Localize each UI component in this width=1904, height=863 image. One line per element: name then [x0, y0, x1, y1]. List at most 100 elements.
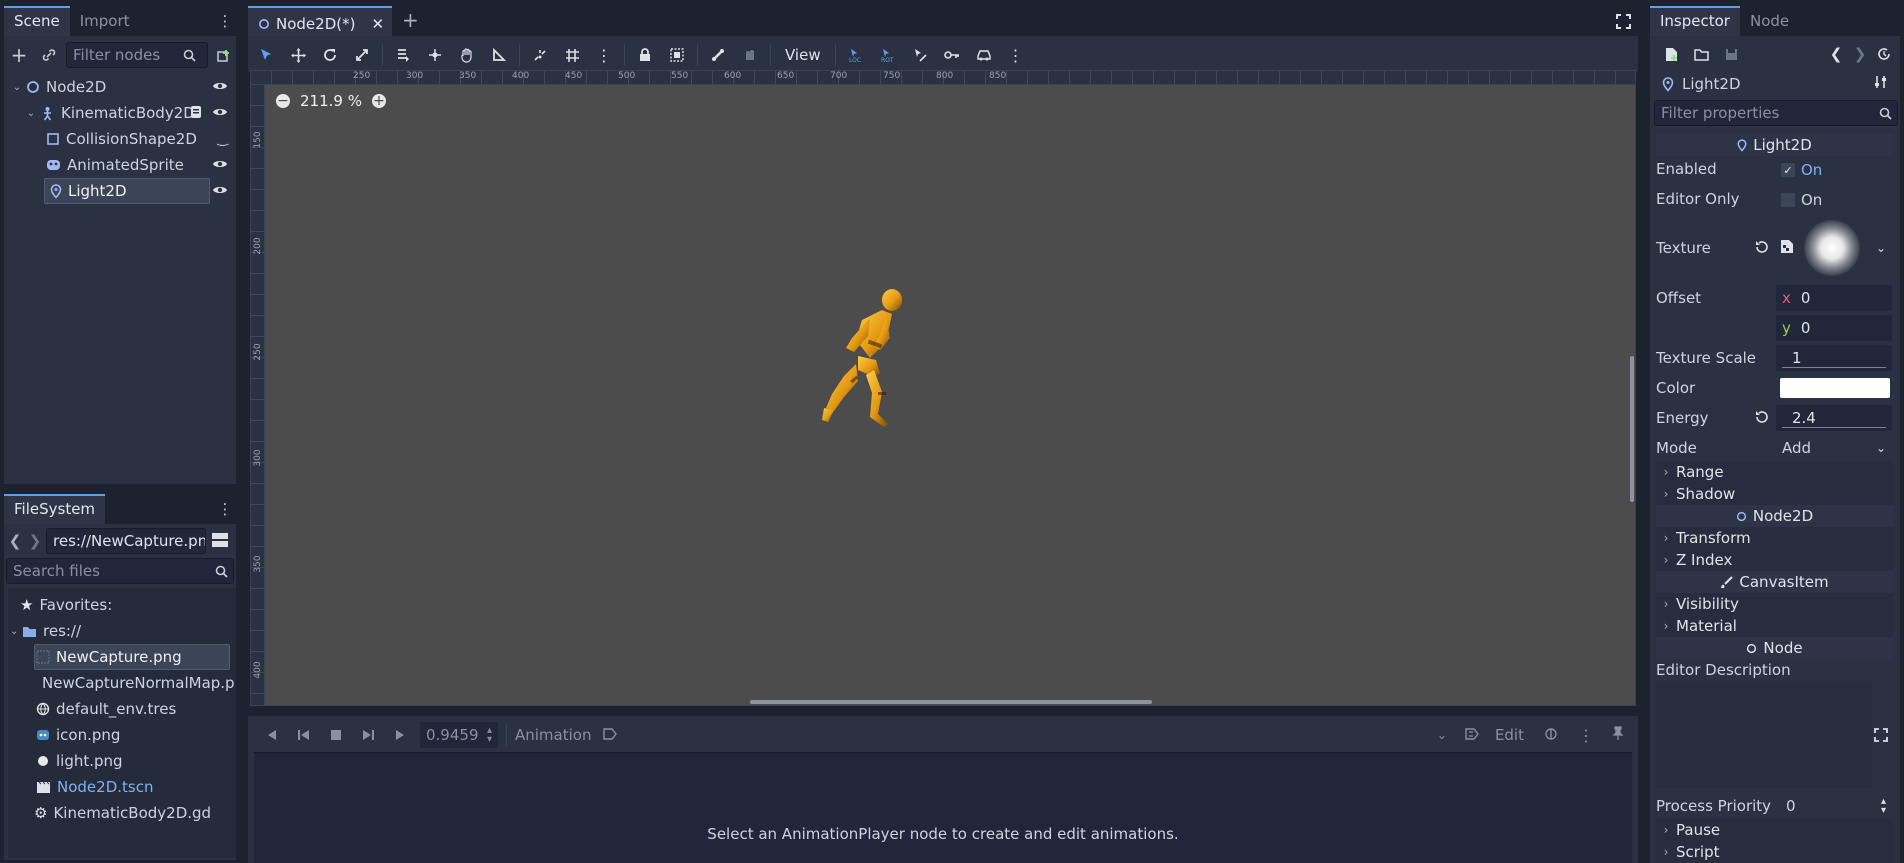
visibility-eye-icon[interactable]: [212, 156, 228, 174]
zoom-in-button[interactable]: +: [371, 94, 386, 108]
rotate-mode-button[interactable]: [314, 42, 346, 68]
list-select-button[interactable]: [387, 42, 419, 68]
smart-snap-button[interactable]: [524, 42, 556, 68]
back-arrow-icon[interactable]: ❮: [4, 530, 26, 552]
character-sprite[interactable]: [790, 282, 910, 440]
onion-skin-icon[interactable]: [1544, 726, 1558, 744]
process-priority-field[interactable]: 0 ▴ ▾: [1780, 793, 1892, 819]
script-icon[interactable]: [190, 105, 202, 123]
dock-menu-icon[interactable]: ⋮: [214, 498, 236, 520]
filter-properties-input[interactable]: Filter properties: [1654, 100, 1898, 126]
dock-menu-icon[interactable]: ⋮: [214, 10, 236, 32]
close-icon[interactable]: ✕: [371, 15, 384, 33]
file-item[interactable]: NewCapture.png: [8, 644, 234, 670]
file-item[interactable]: NewCaptureNormalMap.p: [8, 670, 235, 696]
history-forward-icon[interactable]: ❯: [1848, 45, 1872, 63]
group-transform[interactable]: › Transform: [1656, 527, 1893, 549]
group-button[interactable]: [661, 42, 693, 68]
tree-node-collisionshape2d[interactable]: CollisionShape2D ‿: [4, 126, 236, 152]
tab-filesystem[interactable]: FileSystem: [4, 494, 106, 524]
search-files-input[interactable]: Search files: [6, 558, 234, 584]
play-button[interactable]: [384, 722, 416, 748]
zoom-out-button[interactable]: −: [276, 94, 290, 108]
stop-button[interactable]: [320, 722, 352, 748]
scale-mode-button[interactable]: [346, 42, 378, 68]
offset-x-field[interactable]: x 0: [1776, 285, 1892, 311]
spin-arrows-icon[interactable]: ▴ ▾: [1881, 797, 1886, 816]
zoom-level[interactable]: 211.9 %: [300, 92, 362, 110]
collapse-arrow-icon[interactable]: ⌄: [24, 108, 38, 119]
editor-description-textarea[interactable]: [1656, 682, 1872, 788]
tab-inspector[interactable]: Inspector: [1650, 6, 1740, 36]
lock-button[interactable]: [629, 42, 661, 68]
visibility-eye-icon[interactable]: [212, 78, 228, 96]
energy-field[interactable]: 2.4: [1776, 405, 1892, 431]
group-material[interactable]: › Material: [1656, 615, 1893, 637]
animation-label[interactable]: Animation: [515, 726, 591, 744]
instance-scene-icon[interactable]: [212, 44, 234, 66]
tree-node-light2d[interactable]: Light2D: [4, 178, 236, 204]
grid-snap-button[interactable]: [556, 42, 588, 68]
tab-import[interactable]: Import: [70, 6, 140, 36]
animation-select[interactable]: ⌄: [621, 722, 1454, 748]
expand-icon[interactable]: [1874, 728, 1888, 746]
group-z-index[interactable]: › Z Index: [1656, 549, 1893, 571]
slider-track[interactable]: [1782, 367, 1886, 368]
vertical-scrollbar[interactable]: [1630, 356, 1634, 502]
new-resource-icon[interactable]: [1656, 47, 1686, 62]
file-item[interactable]: light.png: [8, 748, 234, 774]
history-back-icon[interactable]: ❮: [1824, 45, 1848, 63]
visibility-eye-icon[interactable]: [212, 104, 228, 122]
add-node-icon[interactable]: +: [8, 43, 30, 67]
viewport[interactable]: [250, 70, 1636, 706]
res-root-item[interactable]: ⌄ res://: [8, 618, 234, 644]
hidden-eye-icon[interactable]: ‿: [218, 132, 228, 147]
color-picker-button[interactable]: [1780, 378, 1890, 398]
new-scene-tab-button[interactable]: +: [392, 6, 429, 36]
enabled-checkbox[interactable]: ✓ On: [1776, 157, 1892, 183]
offset-y-field[interactable]: y 0: [1776, 315, 1892, 341]
spin-arrows-icon[interactable]: ▴ ▾: [487, 726, 492, 745]
key-scale-button[interactable]: [904, 42, 936, 68]
texture-scale-field[interactable]: 1: [1776, 345, 1892, 371]
mode-select[interactable]: Add ⌄: [1776, 435, 1892, 461]
group-script[interactable]: › Script: [1656, 841, 1893, 863]
history-icon[interactable]: [1872, 47, 1896, 61]
key-rotation-button[interactable]: ROT: [872, 42, 904, 68]
file-item[interactable]: icon.png: [8, 722, 234, 748]
file-item[interactable]: Node2D.tscn: [8, 774, 234, 800]
visibility-eye-icon[interactable]: [212, 182, 228, 200]
inspected-object[interactable]: Light2D: [1656, 72, 1896, 96]
snap-options-button[interactable]: ⋮: [588, 42, 620, 68]
group-shadow[interactable]: › Shadow: [1656, 483, 1893, 505]
object-properties-icon[interactable]: [1874, 75, 1888, 93]
horizontal-scrollbar[interactable]: [750, 700, 1152, 704]
pin-icon[interactable]: [1612, 726, 1624, 744]
tree-node-kinematicbody2d[interactable]: ⌄ KinematicBody2D: [4, 100, 236, 126]
skeleton-button[interactable]: [702, 42, 734, 68]
animation-tool-icon[interactable]: [603, 726, 618, 744]
forward-arrow-icon[interactable]: ❯: [24, 530, 46, 552]
tab-node2d-scene[interactable]: Node2D(*) ✕: [248, 6, 393, 36]
key-location-button[interactable]: LOC: [840, 42, 872, 68]
view-menu[interactable]: View: [775, 46, 831, 64]
link-icon[interactable]: [38, 44, 60, 66]
collapse-arrow-icon[interactable]: ⌄: [10, 626, 22, 637]
favorites-item[interactable]: ★ Favorites:: [8, 592, 234, 618]
select-mode-button[interactable]: [250, 42, 282, 68]
tree-node-animatedsprite[interactable]: AnimatedSprite: [4, 152, 236, 178]
play-backwards-from-end-button[interactable]: [256, 722, 288, 748]
tab-node[interactable]: Node: [1740, 6, 1799, 36]
tree-node-node2d[interactable]: ⌄ Node2D: [4, 74, 236, 100]
move-mode-button[interactable]: [282, 42, 314, 68]
file-item[interactable]: ⚙ KinematicBody2D.gd: [8, 800, 234, 826]
revert-icon[interactable]: [1755, 410, 1769, 428]
slider-track[interactable]: [1782, 427, 1886, 428]
collapse-arrow-icon[interactable]: ⌄: [10, 82, 24, 93]
save-icon[interactable]: [1716, 48, 1746, 61]
tab-scene[interactable]: Scene: [4, 6, 70, 36]
group-pause[interactable]: › Pause: [1656, 819, 1893, 841]
chevron-down-icon[interactable]: ⌄: [1876, 241, 1886, 255]
insert-key-button[interactable]: [936, 42, 968, 68]
group-range[interactable]: › Range: [1656, 461, 1893, 483]
